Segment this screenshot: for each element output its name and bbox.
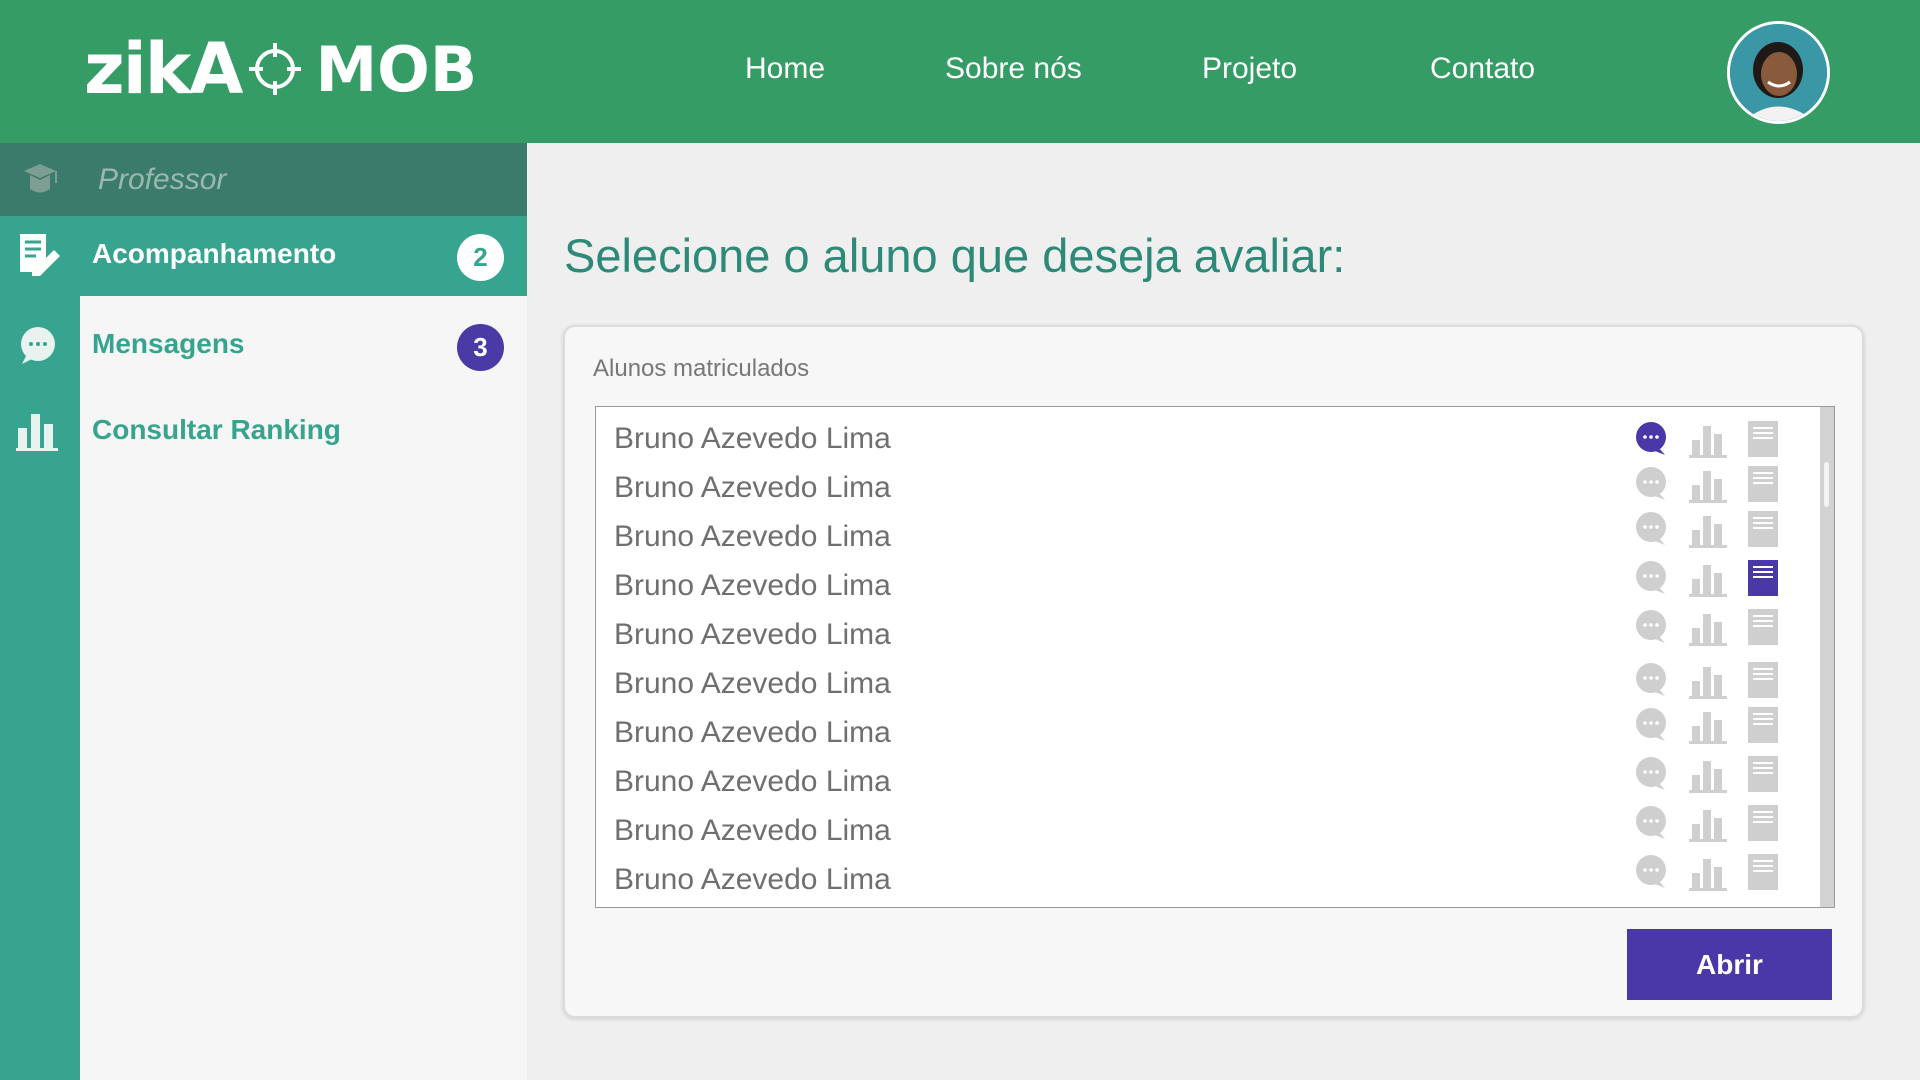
notification-badge: 3 [457,324,504,371]
ranking-chart-icon[interactable] [1689,755,1727,793]
row-actions [1633,661,1793,701]
ranking-chart-icon[interactable] [1689,853,1727,891]
message-icon[interactable] [1633,661,1671,699]
role-label: Professor [98,163,227,196]
bar-chart-icon [16,414,58,451]
row-actions [1633,853,1793,893]
report-document-icon[interactable] [1743,510,1781,548]
student-row[interactable]: Bruno Azevedo Lima [596,608,1820,657]
ranking-chart-icon[interactable] [1689,804,1727,842]
sidebar-item-acompanhamento[interactable]: Acompanhamento 2 [0,216,527,296]
report-document-icon[interactable] [1743,465,1781,503]
sidebar-item-label: Consultar Ranking [92,414,341,445]
chat-bubble-icon [21,327,55,364]
report-document-icon[interactable] [1743,706,1781,744]
student-row[interactable]: Bruno Azevedo Lima [596,804,1820,853]
student-row[interactable]: Bruno Azevedo Lima [596,657,1820,706]
row-actions [1633,608,1793,648]
report-document-icon[interactable] [1743,804,1781,842]
message-icon[interactable] [1633,853,1671,891]
student-row[interactable]: Bruno Azevedo Lima [596,755,1820,804]
message-icon[interactable] [1633,510,1671,548]
message-icon[interactable] [1633,755,1671,793]
student-row[interactable]: Bruno Azevedo Lima [596,412,1820,461]
target-icon [249,43,302,95]
page-title: Selecione o aluno que deseja avaliar: [564,229,1346,282]
nav-link-sobre-nós[interactable]: Sobre nós [945,52,1082,86]
sidebar-item-ranking[interactable]: Consultar Ranking [0,392,527,472]
message-icon[interactable] [1633,804,1671,842]
message-icon[interactable] [1633,465,1671,503]
row-actions [1633,510,1793,550]
report-document-icon[interactable] [1743,755,1781,793]
avatar-photo [1730,24,1827,121]
user-avatar[interactable] [1727,21,1830,124]
row-actions [1633,420,1793,460]
student-name: Bruno Azevedo Lima [614,667,891,700]
ranking-chart-icon[interactable] [1689,559,1727,597]
ranking-chart-icon[interactable] [1689,420,1727,458]
edit-document-icon [20,234,60,276]
row-actions [1633,465,1793,505]
row-actions [1633,755,1793,795]
scrollbar[interactable] [1820,407,1834,907]
student-row[interactable]: Bruno Azevedo Lima [596,510,1820,559]
students-card: Alunos matriculados Bruno Azevedo Lima Br… [563,325,1864,1018]
student-name: Bruno Azevedo Lima [614,618,891,651]
student-name: Bruno Azevedo Lima [614,520,891,553]
role-header: Professor [0,143,527,216]
graduation-cap-icon [24,164,57,193]
nav-link-home[interactable]: Home [745,52,825,86]
notification-badge: 2 [457,234,504,281]
message-icon[interactable] [1633,706,1671,744]
nav-link-contato[interactable]: Contato [1430,52,1535,86]
sidebar-item-label: Mensagens [92,328,245,359]
card-label: Alunos matriculados [593,355,810,382]
ranking-chart-icon[interactable] [1689,706,1727,744]
student-name: Bruno Azevedo Lima [614,422,891,455]
message-icon[interactable] [1633,559,1671,597]
zikamob-logo[interactable]: zikA MOB [84,28,478,110]
student-name: Bruno Azevedo Lima [614,471,891,504]
scroll-thumb[interactable] [1824,462,1829,507]
open-button[interactable]: Abrir [1627,929,1832,1000]
students-list[interactable]: Bruno Azevedo Lima Bruno Azevedo Lima Brun… [595,406,1835,908]
ranking-chart-icon[interactable] [1689,465,1727,503]
report-document-icon[interactable] [1743,853,1781,891]
student-row[interactable]: Bruno Azevedo Lima [596,461,1820,510]
message-icon[interactable] [1633,420,1671,458]
top-header: zikA MOB Home Sobre nós Projeto Contato [0,0,1920,143]
row-actions [1633,804,1793,844]
student-row[interactable]: Bruno Azevedo Lima [596,706,1820,755]
ranking-chart-icon[interactable] [1689,661,1727,699]
message-icon[interactable] [1633,608,1671,646]
row-actions [1633,706,1793,746]
ranking-chart-icon[interactable] [1689,608,1727,646]
logo-text-left: zikA [84,28,243,110]
sidebar-item-mensagens[interactable]: Mensagens 3 [0,306,527,386]
student-name: Bruno Azevedo Lima [614,863,891,896]
report-document-icon[interactable] [1743,559,1781,597]
report-document-icon[interactable] [1743,608,1781,646]
student-name: Bruno Azevedo Lima [614,569,891,602]
student-row[interactable]: Bruno Azevedo Lima [596,559,1820,608]
report-document-icon[interactable] [1743,661,1781,699]
sidebar-item-label: Acompanhamento [92,238,337,269]
nav-link-projeto[interactable]: Projeto [1202,52,1297,86]
student-name: Bruno Azevedo Lima [614,814,891,847]
student-name: Bruno Azevedo Lima [614,765,891,798]
row-actions [1633,559,1793,599]
report-document-icon[interactable] [1743,420,1781,458]
student-row[interactable]: Bruno Azevedo Lima [596,853,1820,902]
ranking-chart-icon[interactable] [1689,510,1727,548]
logo-text-right: MOB [315,32,478,106]
student-name: Bruno Azevedo Lima [614,716,891,749]
